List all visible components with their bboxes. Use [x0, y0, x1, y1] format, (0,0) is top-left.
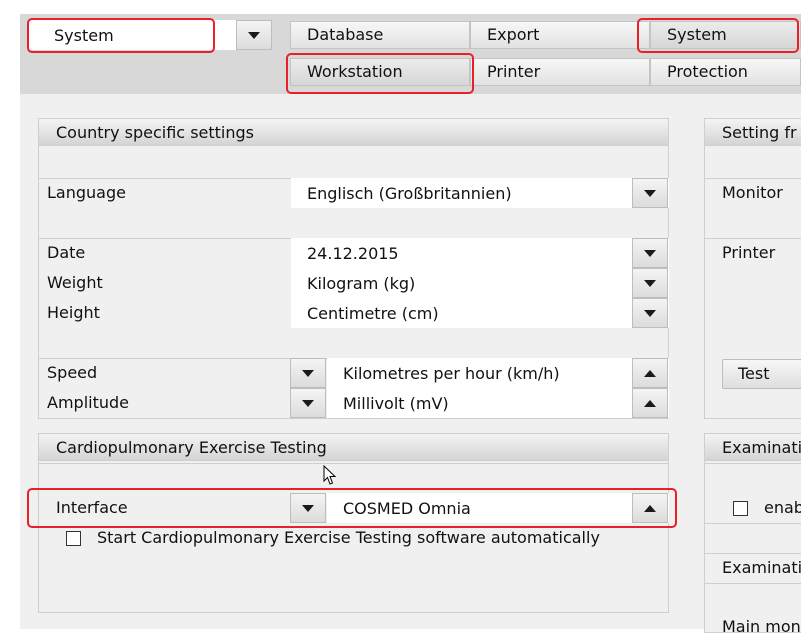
- divider: [704, 583, 801, 584]
- weight-dropdown-button[interactable]: [632, 268, 668, 298]
- country-settings-header: Country specific settings: [38, 118, 669, 146]
- language-label: Language: [47, 183, 126, 202]
- autostart-checkbox[interactable]: [66, 531, 81, 546]
- system-category-dropdown[interactable]: System: [28, 20, 272, 50]
- interface-label: Interface: [56, 498, 128, 517]
- interface-increase-button[interactable]: [632, 493, 668, 523]
- divider: [704, 553, 801, 554]
- amplitude-decrease-button[interactable]: [290, 388, 326, 418]
- divider: [704, 463, 801, 464]
- amplitude-value: Millivolt (mV): [343, 393, 449, 413]
- tab-export-label: Export: [487, 25, 540, 44]
- enable-label: enab: [764, 498, 801, 517]
- weight-value: Kilogram (kg): [307, 273, 416, 293]
- cpet-title: Cardiopulmonary Exercise Testing: [56, 438, 327, 457]
- speed-label: Speed: [47, 363, 98, 382]
- tab-workstation[interactable]: Workstation: [290, 58, 470, 86]
- chevron-down-icon: [302, 504, 314, 512]
- tab-export[interactable]: Export: [470, 21, 650, 49]
- monitor-label: Monitor: [722, 183, 783, 202]
- interface-value: COSMED Omnia: [343, 498, 471, 518]
- system-category-dropdown-value: System: [54, 25, 114, 45]
- date-value: 24.12.2015: [307, 243, 399, 263]
- examination-title: Examinati: [722, 438, 801, 457]
- chevron-down-icon: [644, 309, 656, 317]
- amplitude-increase-button[interactable]: [632, 388, 668, 418]
- tab-printer-label: Printer: [487, 62, 541, 81]
- test-button[interactable]: Test: [722, 359, 801, 389]
- divider: [38, 463, 669, 464]
- chevron-down-icon: [248, 31, 260, 39]
- weight-dropdown[interactable]: Kilogram (kg): [291, 268, 669, 298]
- cpet-header: Cardiopulmonary Exercise Testing: [38, 433, 669, 461]
- height-value: Centimetre (cm): [307, 303, 439, 323]
- amplitude-label: Amplitude: [47, 393, 129, 412]
- speed-selector[interactable]: Kilometres per hour (km/h): [327, 358, 669, 388]
- chevron-down-icon: [644, 279, 656, 287]
- divider: [704, 238, 801, 239]
- examination-header: Examinati: [704, 433, 801, 461]
- divider: [704, 178, 801, 179]
- height-dropdown[interactable]: Centimetre (cm): [291, 298, 669, 328]
- tab-workstation-label: Workstation: [307, 62, 403, 81]
- tab-system-label: System: [667, 25, 727, 44]
- printer-label: Printer: [722, 243, 776, 262]
- date-dropdown-button[interactable]: [632, 238, 668, 268]
- chevron-down-icon: [302, 369, 314, 377]
- date-label: Date: [47, 243, 86, 262]
- amplitude-selector[interactable]: Millivolt (mV): [327, 388, 669, 418]
- chevron-up-icon: [644, 504, 656, 512]
- chevron-up-icon: [644, 399, 656, 407]
- speed-decrease-button[interactable]: [290, 358, 326, 388]
- tab-database[interactable]: Database: [290, 21, 470, 49]
- test-button-label: Test: [738, 364, 770, 383]
- chevron-down-icon: [644, 249, 656, 257]
- autostart-label: Start Cardiopulmonary Exercise Testing s…: [97, 528, 600, 547]
- mouse-cursor-icon: [323, 465, 337, 485]
- speed-value: Kilometres per hour (km/h): [343, 363, 560, 383]
- language-dropdown[interactable]: Englisch (Großbritannien): [291, 178, 669, 208]
- weight-label: Weight: [47, 273, 103, 292]
- main-monitor-label: Main mon: [722, 617, 801, 636]
- country-settings-title: Country specific settings: [56, 123, 254, 142]
- interface-decrease-button[interactable]: [290, 493, 326, 523]
- speed-increase-button[interactable]: [632, 358, 668, 388]
- examination-row-label: Examinati: [722, 558, 801, 577]
- tab-protection[interactable]: Protection: [650, 58, 801, 86]
- height-label: Height: [47, 303, 100, 322]
- chevron-up-icon: [644, 369, 656, 377]
- tab-database-label: Database: [307, 25, 384, 44]
- system-category-dropdown-button[interactable]: [236, 20, 272, 50]
- tab-system[interactable]: System: [650, 21, 801, 49]
- tab-protection-label: Protection: [667, 62, 748, 81]
- tab-printer[interactable]: Printer: [470, 58, 650, 86]
- chevron-down-icon: [302, 399, 314, 407]
- chevron-down-icon: [644, 189, 656, 197]
- divider: [704, 523, 801, 524]
- enable-checkbox[interactable]: [733, 501, 748, 516]
- language-value: Englisch (Großbritannien): [307, 183, 512, 203]
- language-dropdown-button[interactable]: [632, 178, 668, 208]
- height-dropdown-button[interactable]: [632, 298, 668, 328]
- output-settings-header: Setting fr: [704, 118, 801, 146]
- interface-selector[interactable]: COSMED Omnia: [327, 493, 669, 523]
- output-settings-title: Setting fr: [722, 123, 797, 142]
- date-dropdown[interactable]: 24.12.2015: [291, 238, 669, 268]
